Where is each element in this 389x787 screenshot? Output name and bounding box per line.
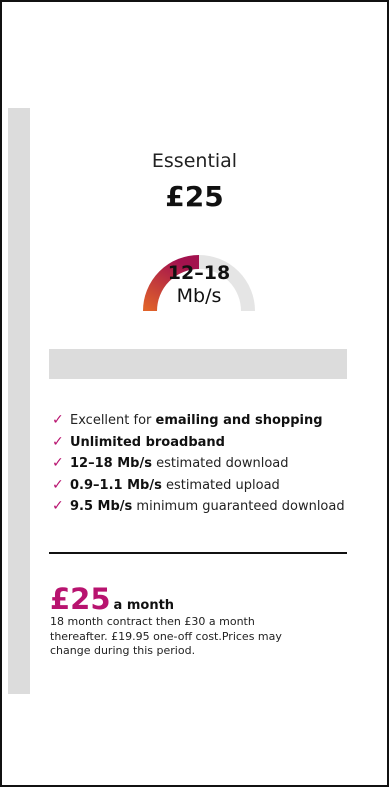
list-item: ✓ 9.5 Mb/s minimum guaranteed download bbox=[52, 496, 372, 518]
check-icon: ✓ bbox=[52, 476, 64, 493]
plan-name: Essential bbox=[151, 150, 238, 172]
speed-value: 12–18 bbox=[167, 262, 231, 284]
price-period: a month bbox=[113, 598, 175, 613]
list-item: ✓ Excellent for emailing and shopping bbox=[52, 410, 372, 432]
monthly-price-block: £25 a month 18 month contract then £30 a … bbox=[50, 583, 350, 659]
list-item: ✓ 0.9–1.1 Mb/s estimated upload bbox=[52, 475, 372, 497]
list-item: ✓ 12–18 Mb/s estimated download bbox=[52, 453, 372, 475]
feature-list: ✓ Excellent for emailing and shopping ✓ Un… bbox=[52, 410, 372, 518]
speed-unit: Mb/s bbox=[176, 285, 222, 307]
check-icon: ✓ bbox=[52, 498, 64, 515]
list-item: ✓ Unlimited broadband bbox=[52, 432, 372, 454]
check-icon: ✓ bbox=[52, 455, 64, 472]
contract-terms: 18 month contract then £30 a month there… bbox=[50, 615, 282, 657]
check-icon: ✓ bbox=[52, 433, 64, 450]
divider bbox=[49, 552, 347, 554]
placeholder-bar bbox=[49, 349, 347, 379]
plan-price: £25 bbox=[165, 180, 224, 213]
plan-card-frame bbox=[0, 0, 389, 787]
check-icon: ✓ bbox=[52, 412, 64, 428]
monthly-price: £25 bbox=[50, 582, 111, 616]
gauge-label: 12–18 Mb/s bbox=[140, 262, 258, 308]
